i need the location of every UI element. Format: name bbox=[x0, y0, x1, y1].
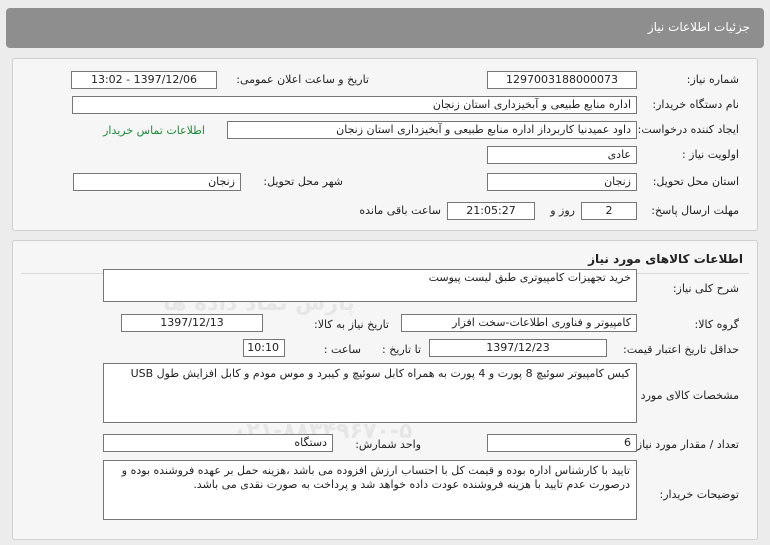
deadline-label: مهلت ارسال پاسخ: bbox=[651, 204, 739, 217]
deadline-days-field[interactable]: 2 bbox=[581, 202, 637, 220]
need-date-label: تاریخ نیاز به کالا: bbox=[314, 318, 389, 331]
validity-date-field[interactable]: 1397/12/23 bbox=[429, 339, 607, 357]
remaining-word: ساعت باقی مانده bbox=[359, 204, 441, 217]
requester-label: ایجاد کننده درخواست: bbox=[637, 123, 739, 136]
need-number-label: شماره نیاز: bbox=[686, 73, 739, 86]
city-label: شهر محل تحویل: bbox=[263, 175, 343, 188]
priority-label: اولویت نیاز : bbox=[681, 148, 739, 161]
deadline-time-field[interactable]: 21:05:27 bbox=[447, 202, 535, 220]
contact-buyer-link[interactable]: اطلاعات تماس خریدار bbox=[103, 124, 205, 137]
hour-label: ساعت : bbox=[323, 343, 361, 356]
notes-field[interactable]: تایید با کارشناس اداره بوده و قیمت کل با… bbox=[103, 460, 637, 520]
goods-section-title: اطلاعات کالاهای مورد نیاز bbox=[588, 252, 743, 266]
need-number-field[interactable]: 1297003188000073 bbox=[487, 71, 637, 89]
validity-time-field[interactable]: 10:10 bbox=[243, 339, 285, 357]
spec-field[interactable]: کیس کامپیوتر سوئیچ 8 پورت و 4 پورت به هم… bbox=[103, 363, 637, 423]
summary-label: شرح کلی نیاز: bbox=[672, 282, 739, 295]
group-field[interactable]: کامپیوتر و فناوری اطلاعات-سخت افزار bbox=[401, 314, 637, 332]
unit-label: واحد شمارش: bbox=[355, 438, 421, 451]
summary-field[interactable]: خرید تجهیزات کامپیوتری طبق لیست پیوست bbox=[103, 269, 637, 302]
province-label: استان محل تحویل: bbox=[652, 175, 739, 188]
announce-field[interactable]: 1397/12/06 - 13:02 bbox=[71, 71, 217, 89]
group-label: گروه کالا: bbox=[694, 318, 739, 331]
requester-field[interactable]: داود عمیدنیا کاربرداز اداره منابع طبیعی … bbox=[227, 121, 637, 139]
days-word: روز و bbox=[550, 204, 575, 217]
validity-label: حداقل تاریخ اعتبار قیمت: bbox=[623, 343, 739, 356]
province-field[interactable]: زنجان bbox=[487, 173, 637, 191]
need-date-field[interactable]: 1397/12/13 bbox=[121, 314, 263, 332]
qty-label: تعداد / مقدار مورد نیاز: bbox=[633, 438, 739, 451]
buyer-org-field[interactable]: اداره منابع طبیعی و آبخیزداری استان زنجا… bbox=[72, 96, 637, 114]
goods-info-panel: پارس نماد داده ها پایگاه اطلاع رسانی منا… bbox=[12, 240, 758, 540]
until-label: تا تاریخ : bbox=[382, 343, 421, 356]
announce-label: تاریخ و ساعت اعلان عمومی: bbox=[236, 73, 369, 86]
need-info-panel: شماره نیاز: 1297003188000073 تاریخ و ساع… bbox=[12, 58, 758, 231]
unit-field[interactable]: دستگاه bbox=[103, 434, 333, 452]
qty-field[interactable]: 6 bbox=[487, 434, 637, 452]
page-header: جزئیات اطلاعات نیاز bbox=[6, 8, 764, 48]
buyer-org-label: نام دستگاه خریدار: bbox=[652, 98, 739, 111]
page-title: جزئیات اطلاعات نیاز bbox=[647, 20, 750, 34]
city-field[interactable]: زنجان bbox=[73, 173, 241, 191]
notes-label: توضیحات خریدار: bbox=[659, 488, 740, 501]
priority-field[interactable]: عادی bbox=[487, 146, 637, 164]
